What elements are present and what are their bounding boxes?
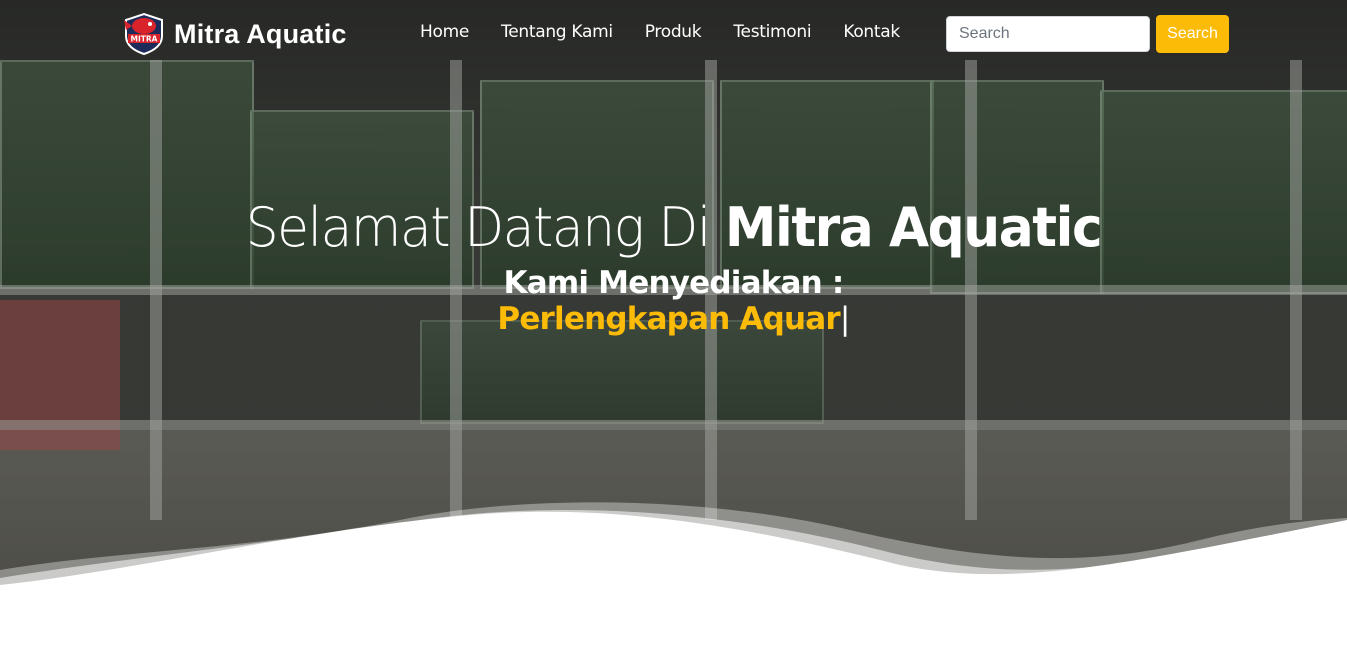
- hero-title-brand: Mitra Aquatic: [724, 196, 1103, 259]
- nav-item-home[interactable]: Home: [420, 22, 469, 42]
- shelf-rail: [0, 420, 1347, 430]
- nav-item-tentang-kami[interactable]: Tentang Kami: [501, 22, 613, 42]
- mitra-logo-icon: MITRA: [120, 12, 168, 56]
- main-nav: Home Tentang Kami Produk Testimoni Konta…: [420, 22, 932, 42]
- hero-subtitle: Kami Menyediakan :: [503, 265, 845, 301]
- brand-link[interactable]: MITRA Mitra Aquatic: [120, 12, 347, 56]
- wave-divider: [0, 502, 1347, 653]
- nav-item-kontak[interactable]: Kontak: [843, 22, 900, 42]
- hero-typed-text: Perlengkapan Aquar|: [0, 301, 1347, 337]
- navbar: MITRA Mitra Aquatic Home Tentang Kami Pr…: [0, 0, 1347, 66]
- typing-cursor: |: [839, 301, 850, 337]
- nav-item-testimoni[interactable]: Testimoni: [733, 22, 811, 42]
- hero-title: Selamat Datang Di Mitra Aquatic: [27, 196, 1320, 259]
- nav-item-produk[interactable]: Produk: [645, 22, 702, 42]
- search-input[interactable]: [946, 16, 1150, 52]
- brand-name: Mitra Aquatic: [174, 18, 347, 49]
- search-button[interactable]: Search: [1156, 15, 1229, 53]
- svg-text:MITRA: MITRA: [131, 35, 158, 44]
- hero-text: Selamat Datang Di Mitra Aquatic Kami Men…: [0, 196, 1347, 337]
- hero-title-prefix: Selamat Datang Di: [245, 196, 725, 259]
- typed-text: Perlengkapan Aquar: [497, 301, 840, 337]
